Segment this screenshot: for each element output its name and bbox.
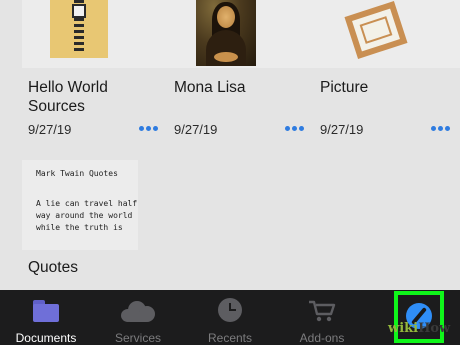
more-options-icon[interactable] (282, 119, 308, 135)
cart-icon (308, 299, 336, 323)
file-title: Mona Lisa (174, 79, 246, 96)
tab-label: Documents (15, 331, 77, 345)
document-preview-body: A lie can travel half way around the wor… (36, 199, 138, 232)
tab-bar: Documents Services Recents Add-ons (0, 290, 460, 345)
mona-lisa-painting (196, 0, 256, 66)
tab-label: Recents (207, 331, 253, 345)
document-preview-title: Mark Twain Quotes (36, 169, 118, 178)
zip-archive-icon (50, 0, 108, 58)
file-title: Hello World Sources (28, 79, 108, 115)
tab-documents[interactable]: Documents (0, 290, 92, 345)
document-preview[interactable]: Mark Twain Quotes A lie can travel half … (22, 160, 138, 250)
file-date: 9/27/19 (320, 122, 364, 137)
file-date: 9/27/19 (28, 122, 72, 137)
tab-services[interactable]: Services (92, 290, 184, 345)
file-thumbnail (168, 0, 314, 68)
file-title: Picture (320, 79, 369, 96)
more-options-icon[interactable] (428, 119, 454, 135)
file-card-hello-world-sources[interactable]: Hello World Sources 9/27/19 (22, 0, 168, 150)
tab-label: Add-ons (299, 331, 345, 345)
document-title: Quotes (28, 259, 78, 276)
more-options-icon[interactable] (136, 119, 162, 135)
folder-icon (33, 300, 59, 322)
tab-add-ons[interactable]: Add-ons (276, 290, 368, 345)
tab-label: Services (114, 331, 161, 345)
file-thumbnail (22, 0, 168, 68)
tab-recents[interactable]: Recents (184, 290, 276, 345)
file-card-picture[interactable]: Picture 9/27/19 (314, 0, 460, 150)
file-grid: Hello World Sources 9/27/19 Mona Lisa 9/… (0, 0, 460, 290)
wikihow-watermark: wikiHow (388, 321, 451, 336)
file-card-mona-lisa[interactable]: Mona Lisa 9/27/19 (168, 0, 314, 150)
file-date: 9/27/19 (174, 122, 218, 137)
file-thumbnail (314, 0, 460, 68)
cloud-icon (121, 300, 155, 322)
clock-icon (218, 298, 242, 322)
picture-frame-icon (344, 1, 408, 59)
